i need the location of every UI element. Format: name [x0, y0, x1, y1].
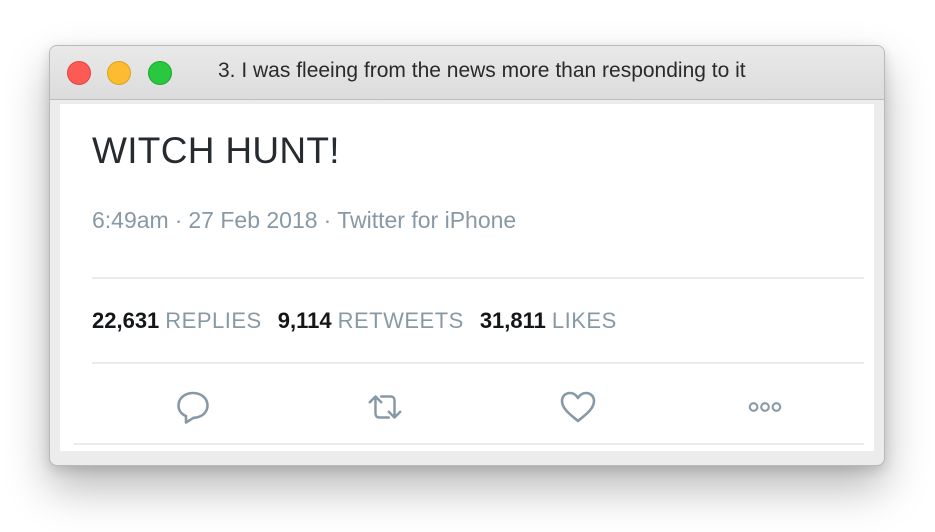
window-title: 3. I was fleeing from the news more than…	[218, 59, 746, 82]
tweet-meta: 6:49am · 27 Feb 2018 · Twitter for iPhone	[92, 207, 516, 234]
divider	[92, 362, 864, 364]
likes-label[interactable]: LIKES	[552, 308, 617, 333]
close-button[interactable]	[67, 61, 91, 85]
replies-label[interactable]: REPLIES	[165, 308, 261, 333]
tweet-date[interactable]: 27 Feb 2018	[188, 207, 317, 233]
like-button[interactable]	[558, 387, 598, 427]
app-window: 3. I was fleeing from the news more than…	[49, 45, 885, 466]
retweet-button[interactable]	[365, 387, 405, 427]
more-icon	[748, 402, 782, 412]
desktop-background: 3. I was fleeing from the news more than…	[0, 0, 935, 532]
retweets-label[interactable]: RETWEETS	[338, 308, 464, 333]
meta-separator: ·	[323, 207, 332, 233]
more-button[interactable]	[745, 387, 785, 427]
retweet-icon	[368, 395, 402, 419]
title-bar[interactable]: 3. I was fleeing from the news more than…	[50, 46, 884, 100]
divider	[92, 277, 864, 279]
replies-count[interactable]: 22,631	[92, 308, 159, 333]
minimize-button[interactable]	[107, 61, 131, 85]
likes-count[interactable]: 31,811	[480, 308, 546, 333]
meta-separator: ·	[174, 207, 183, 233]
tweet-text: WITCH HUNT!	[92, 130, 340, 171]
reply-icon	[177, 391, 209, 424]
tweet-stats: 22,631 REPLIES 9,114 RETWEETS 31,811 LIKES	[92, 308, 633, 334]
tweet-source: Twitter for iPhone	[337, 207, 517, 233]
like-icon	[560, 391, 596, 423]
reply-button[interactable]	[173, 387, 213, 427]
tweet-time[interactable]: 6:49am	[92, 207, 169, 233]
retweets-count[interactable]: 9,114	[278, 308, 332, 333]
divider	[74, 443, 864, 445]
zoom-button[interactable]	[148, 61, 172, 85]
tweet-card: WITCH HUNT! 6:49am · 27 Feb 2018 · Twitter f…	[60, 104, 874, 451]
